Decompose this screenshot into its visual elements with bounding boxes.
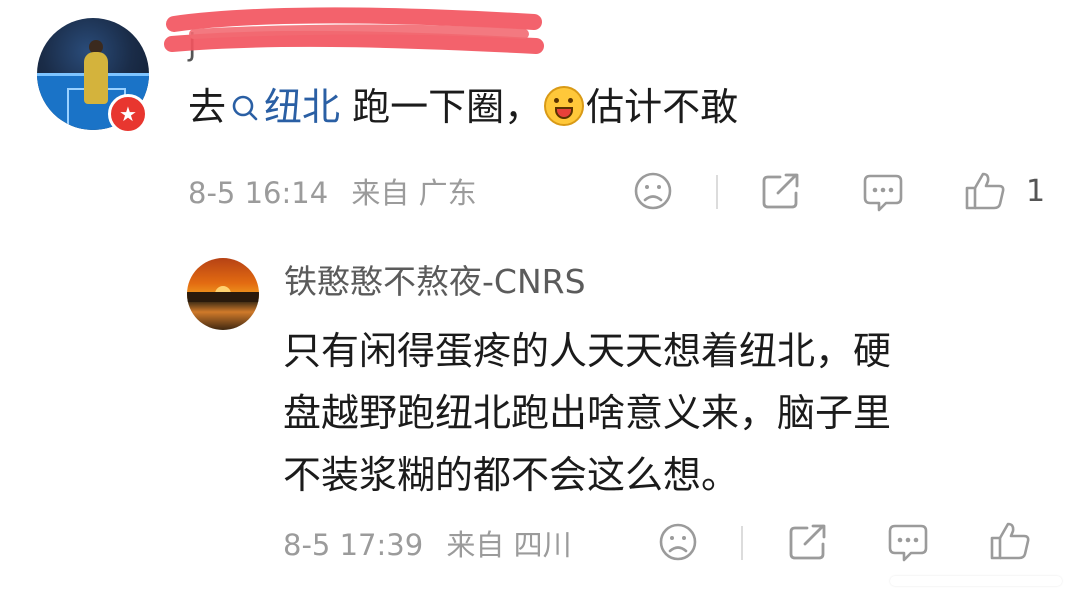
topic-label: 纽北 [264, 85, 341, 129]
reply-text-line: 盘越野跑纽北跑出啥意义来，脑子里 [283, 391, 892, 435]
share-icon[interactable] [787, 522, 829, 562]
reply-meta: 8-5 17:39 来自 四川 [283, 527, 572, 563]
share-icon[interactable] [760, 171, 802, 211]
gesture-navigation-bar[interactable] [890, 576, 1062, 586]
frown-face-icon[interactable] [658, 522, 698, 562]
comment-bubble-icon[interactable] [887, 522, 929, 562]
location: 来自 四川 [446, 528, 572, 562]
reply-commenter-name[interactable]: 铁憨憨不熬夜-CNRS [284, 262, 586, 302]
action-divider [716, 175, 718, 209]
search-icon [232, 95, 258, 121]
timestamp: 8-5 16:14 [188, 176, 329, 210]
comment-text-part: 估计不敢 [586, 85, 739, 129]
like-count: 1 [1026, 174, 1046, 209]
frown-face-icon[interactable] [633, 171, 673, 211]
action-divider [741, 526, 743, 560]
location: 来自 广东 [351, 176, 477, 210]
timestamp: 8-5 17:39 [283, 528, 424, 562]
thumbs-up-icon[interactable] [988, 520, 1032, 562]
laughing-emoji-icon [544, 86, 585, 126]
comment-text-part: 去 [188, 85, 227, 129]
thumbs-up-icon[interactable] [963, 170, 1007, 212]
comment-meta: 8-5 16:14 来自 广东 [188, 175, 477, 211]
topic-link[interactable]: 纽北 [226, 85, 340, 129]
comment-text-part: 跑一下圈， [340, 85, 543, 129]
star-badge-icon: ★ [108, 94, 148, 134]
avatar-figure [84, 52, 108, 104]
comment-bubble-icon[interactable] [862, 172, 904, 212]
avatar-treeline [187, 292, 259, 302]
reply-text-line: 不装浆糊的都不会这么想。 [283, 453, 740, 497]
reply-text-line: 只有闲得蛋疼的人天天想着纽北，硬 [283, 329, 892, 373]
reply-avatar[interactable] [187, 258, 259, 330]
redaction-mark [164, 7, 544, 54]
comment-text: 去纽北 跑一下圈， 估计不敢 [188, 82, 738, 132]
